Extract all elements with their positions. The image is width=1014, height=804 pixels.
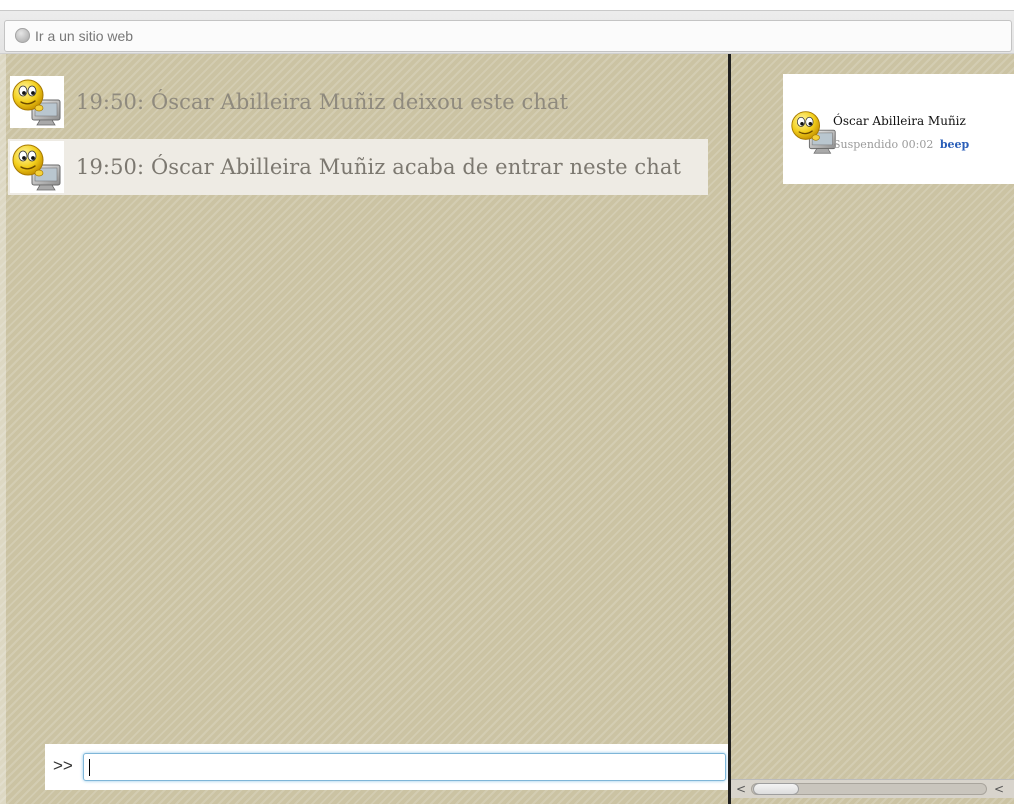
scroll-right-arrow-icon[interactable]: < <box>991 780 1007 798</box>
scroll-thumb[interactable] <box>753 783 799 795</box>
smiley-computer-icon <box>10 76 64 128</box>
text-caret <box>89 759 90 776</box>
chat-message-text: 19:50: Óscar Abilleira Muñiz acaba de en… <box>76 155 682 179</box>
smiley-computer-icon <box>789 108 839 156</box>
beep-link[interactable]: beep <box>940 138 969 151</box>
horizontal-scrollbar[interactable]: < < <box>731 779 1014 798</box>
chat-message: 19:50: Óscar Abilleira Muñiz deixou este… <box>8 74 708 130</box>
globe-icon <box>15 28 30 43</box>
chat-area: 19:50: Óscar Abilleira Muñiz deixou este… <box>0 54 1014 804</box>
input-prompt: >> <box>53 756 73 775</box>
chat-message-input[interactable] <box>83 753 726 781</box>
address-placeholder: Ir a un sitio web <box>35 28 134 44</box>
user-status-row: Suspendido 00:02 beep <box>833 138 969 151</box>
smiley-computer-icon <box>10 141 64 193</box>
address-input[interactable]: Ir a un sitio web <box>4 20 1012 52</box>
chat-message-highlighted: 19:50: Óscar Abilleira Muñiz acaba de en… <box>8 139 708 195</box>
chat-messages-panel: 19:50: Óscar Abilleira Muñiz deixou este… <box>0 54 728 804</box>
chat-message-text: 19:50: Óscar Abilleira Muñiz deixou este… <box>76 90 569 114</box>
scroll-left-arrow-icon[interactable]: < <box>733 780 749 798</box>
user-card[interactable]: Óscar Abilleira Muñiz Suspendido 00:02 b… <box>783 74 1014 184</box>
chat-input-row: >> <box>45 744 728 790</box>
user-status: Suspendido 00:02 <box>833 138 934 151</box>
browser-address-bar: Ir a un sitio web <box>0 10 1014 54</box>
user-list-panel: Óscar Abilleira Muñiz Suspendido 00:02 b… <box>731 54 1014 804</box>
user-name: Óscar Abilleira Muñiz <box>833 114 966 128</box>
